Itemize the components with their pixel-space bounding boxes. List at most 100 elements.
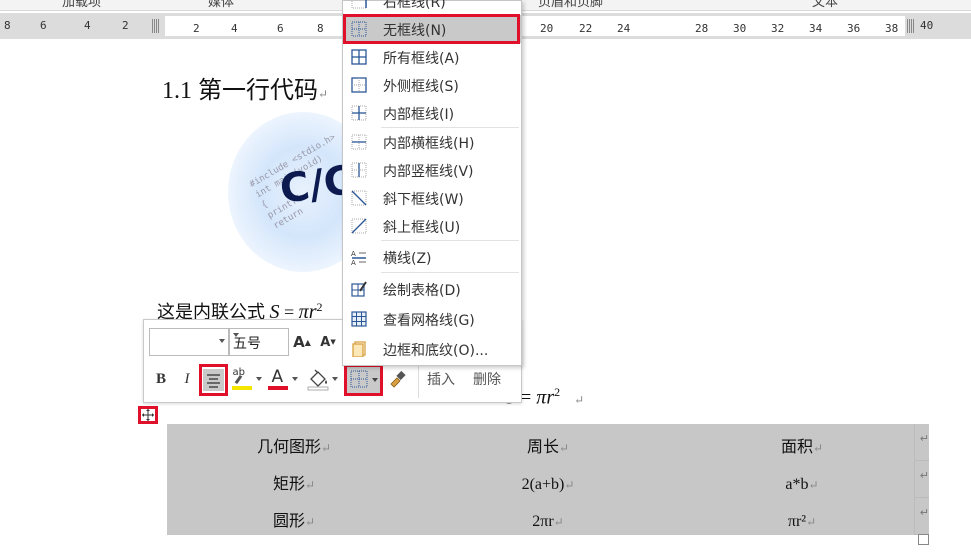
insert-button[interactable]: 插入 (427, 369, 455, 389)
ruler-tick: 4 (231, 22, 238, 35)
table-cell[interactable]: πr²↵ (675, 503, 929, 540)
table-cell[interactable]: a*b↵ (675, 466, 929, 503)
menu-separator (381, 272, 519, 273)
menu-separator (381, 240, 519, 241)
ruler-tick: 8 (317, 22, 324, 35)
menu-item-label: 内部横框线(H) (383, 136, 475, 152)
ruler-tick: 30 (733, 22, 747, 35)
center-align-button[interactable] (199, 364, 228, 396)
table-row: 几何图形↵ 周长↵ 面积↵ (167, 429, 929, 466)
caret-up-icon: ▲ (304, 337, 311, 347)
chevron-down-icon[interactable] (332, 377, 338, 381)
document-table[interactable]: 几何图形↵ 周长↵ 面积↵ 矩形↵ 2(a+b)↵ a*b↵ 圆形↵ 2πr↵ … (167, 424, 929, 535)
paragraph-mark: ↵ (318, 87, 329, 101)
table-cell[interactable]: 2(a+b)↵ (421, 466, 675, 503)
font-size-combobox[interactable]: 五号 (229, 328, 289, 356)
page-heading[interactable]: 1.1 第一行代码↵ (162, 70, 328, 105)
align-center-icon (203, 369, 224, 391)
cell-mark: ↵ (808, 478, 819, 492)
no-border-icon (347, 367, 380, 393)
horizontal-line-icon: AA (351, 250, 366, 265)
ruler-tick: 38 (885, 22, 899, 35)
right-indent-marker[interactable] (907, 19, 915, 33)
menu-item-inside-borders[interactable]: 内部框线(I) (343, 99, 521, 127)
menu-item-right-border[interactable]: 右框线(R) (343, 0, 521, 15)
format-painter-icon (390, 370, 406, 388)
grow-font-icon: A (293, 333, 305, 351)
menu-item-diagonal-down[interactable]: 斜下框线(W) (343, 184, 521, 212)
ribbon-group-header-footer: 页眉和页脚 (538, 0, 604, 10)
formula-exponent: 2 (554, 385, 561, 399)
ribbon-group-media: 媒体 (208, 0, 235, 10)
cell-mark: ↵ (558, 441, 570, 455)
ruler-tick: 32 (771, 22, 785, 35)
menu-item-label: 边框和底纹(O)... (383, 343, 489, 359)
heading-text: 1.1 第一行代码 (162, 78, 318, 104)
ribbon-group-addins: 加载项 (62, 0, 102, 10)
bold-button[interactable]: B (152, 367, 170, 391)
table-resize-handle[interactable] (918, 534, 929, 545)
caret-down-icon: ▼ (330, 338, 336, 346)
chevron-down-icon[interactable] (233, 333, 239, 337)
svg-text:A: A (351, 259, 356, 265)
cell-mark: ↵ (564, 478, 575, 492)
table-row: 圆形↵ 2πr↵ πr²↵ (167, 503, 929, 540)
table-move-handle[interactable] (138, 406, 158, 424)
row-end-mark: ↵ (915, 424, 929, 461)
inside-horizontal-border-icon (351, 134, 367, 150)
ruler-tick: 20 (540, 22, 554, 35)
italic-button[interactable]: I (178, 367, 196, 391)
ruler-tick: 34 (809, 22, 823, 35)
left-indent-marker[interactable] (152, 19, 160, 33)
table-cell[interactable]: 面积↵ (675, 429, 929, 466)
menu-item-all-borders[interactable]: 所有框线(A) (343, 43, 521, 71)
menu-item-label: 内部竖框线(V) (383, 164, 474, 180)
menu-item-diagonal-up[interactable]: 斜上框线(U) (343, 212, 521, 240)
highlight-color-button[interactable]: ab (229, 365, 263, 393)
ruler-tick: 6 (40, 19, 47, 32)
table-cell[interactable]: 几何图形↵ (167, 429, 421, 466)
grow-font-button[interactable]: A ▲ (293, 330, 311, 354)
format-painter-button[interactable] (386, 367, 410, 391)
all-borders-icon (351, 49, 367, 65)
row-end-mark: ↵ (915, 461, 929, 498)
borders-dropdown-menu: 右框线(R) 无框线(N) 所有框线(A) 外侧框线(S) 内部框线(I) 内部… (342, 0, 522, 366)
inside-vertical-border-icon (351, 162, 367, 178)
table-cell[interactable]: 矩形↵ (167, 466, 421, 503)
menu-item-label: 查看网格线(G) (383, 313, 475, 329)
menu-item-outside-borders[interactable]: 外侧框线(S) (343, 71, 521, 99)
chevron-down-icon[interactable] (255, 377, 262, 381)
menu-item-horizontal-line[interactable]: AA 横线(Z) (343, 243, 521, 271)
table-cell[interactable]: 2πr↵ (421, 503, 675, 540)
row-end-mark: ↵ (915, 498, 929, 535)
chevron-down-icon[interactable] (219, 339, 225, 343)
table-cell[interactable]: 周长↵ (421, 429, 675, 466)
menu-item-borders-shading[interactable]: 边框和底纹(O)... (343, 335, 521, 363)
ribbon-group-text: 文本 (812, 0, 839, 10)
ruler-tick: 4 (84, 19, 91, 32)
shrink-font-button[interactable]: A ▼ (320, 330, 336, 354)
chevron-down-icon[interactable] (291, 377, 298, 381)
borders-button[interactable] (344, 364, 383, 396)
menu-item-label: 右框线(R) (383, 0, 446, 11)
menu-item-inside-vertical[interactable]: 内部竖框线(V) (343, 156, 521, 184)
draw-table-icon (351, 281, 367, 297)
ruler-tick: 24 (617, 22, 631, 35)
menu-item-inside-horizontal[interactable]: 内部横框线(H) (343, 128, 521, 156)
font-color-button[interactable]: A (265, 365, 299, 393)
table-cell[interactable]: 圆形↵ (167, 503, 421, 540)
menu-item-draw-table[interactable]: 绘制表格(D) (343, 275, 521, 303)
menu-item-label: 绘制表格(D) (383, 283, 461, 299)
diagonal-up-border-icon (351, 218, 367, 234)
menu-item-label: 横线(Z) (383, 251, 432, 267)
shading-button[interactable] (304, 365, 340, 393)
font-name-combobox[interactable] (149, 328, 229, 356)
menu-item-label: 斜上框线(U) (383, 220, 461, 236)
ruler-tick: 2 (193, 22, 200, 35)
highlighter-icon: ab (231, 367, 253, 391)
menu-item-view-gridlines[interactable]: 查看网格线(G) (343, 305, 521, 333)
move-arrows-icon (142, 409, 154, 421)
delete-button[interactable]: 删除 (473, 369, 501, 389)
formula-pi: π (536, 386, 547, 409)
menu-item-label: 内部框线(I) (383, 107, 455, 123)
